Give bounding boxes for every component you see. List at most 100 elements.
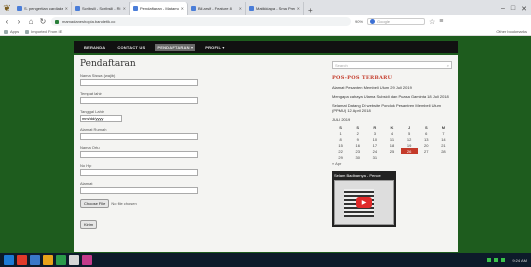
sidebar-search-placeholder: Search [335, 62, 348, 68]
tray-icon[interactable] [494, 258, 499, 262]
recent-post-link[interactable]: Mengapa cahaya Ulama Subsidi dan Puasa G… [332, 94, 452, 99]
forward-icon[interactable]: › [15, 17, 23, 26]
sidebar-search-input[interactable]: Search ⌕ [332, 61, 452, 69]
tray-icon[interactable] [501, 258, 506, 262]
text-input[interactable] [80, 97, 198, 104]
form-field: No Hp [80, 163, 312, 176]
os-taskbar: 9:24 AM [0, 253, 531, 267]
search-icon[interactable]: ⌕ [447, 63, 449, 68]
search-engine-box[interactable]: Google [367, 18, 426, 25]
video-embed[interactable]: Selam Badbarnya - Pence ▶ [332, 171, 396, 227]
tab-label: Pendaftaran - Matamor [140, 6, 179, 11]
recent-posts-title: POS-POS TERBARU [332, 75, 393, 81]
calendar-day[interactable]: 29 [332, 154, 349, 160]
play-icon[interactable]: ▶ [356, 197, 372, 208]
browser-tab[interactable]: S. pengertian cardiaks-so✕ [14, 2, 72, 15]
sidebar: Search ⌕ POS-POS TERBARU Alamat Pesanten… [332, 61, 452, 227]
bookmark-imported[interactable]: Imported From IE [25, 29, 62, 34]
nav-item[interactable]: PROFIL ▾ [203, 44, 226, 51]
browser-tabstrip: ❦ S. pengertian cardiaks-so✕Scribsili - … [0, 0, 531, 15]
recent-post-link[interactable]: Selamat Datang Di website Pondok Pesantr… [332, 103, 452, 113]
text-input[interactable] [80, 151, 198, 158]
calendar: S S R K J S M 1 2 3 4 5 6 7 8 9 10 11 12 13 14 15 16 17 18 19 20 21… [332, 124, 452, 160]
taskbar-app-icon[interactable] [82, 255, 92, 265]
text-input[interactable] [80, 133, 198, 140]
tab-label: Bil.arsif - Feature 8 [198, 6, 232, 11]
form-fields: Nama Siswa (wajib) Tempat lahir Tanggal La… [80, 73, 312, 194]
choose-file-button[interactable]: Choose File [80, 199, 110, 208]
tab-label: Scribsili - Scribsili - Ri [82, 6, 121, 11]
reload-icon[interactable]: ↻ [39, 17, 47, 26]
calendar-day[interactable]: 31 [366, 154, 383, 160]
other-bookmarks[interactable]: Other bookmarks [496, 29, 527, 34]
registration-form: Pendaftaran Nama Siswa (wajib) Tempat lah… [80, 59, 312, 231]
field-label: Tanggal Lahir [80, 109, 105, 114]
calendar-prev-link[interactable]: « Apr [332, 161, 452, 166]
text-input[interactable]: mm/dd/yyyy [80, 115, 122, 122]
page-content: Pendaftaran Nama Siswa (wajib) Tempat lah… [74, 55, 458, 252]
bookmark-star-icon[interactable]: ☆ [429, 18, 435, 26]
tab-close-icon[interactable]: ✕ [65, 6, 68, 11]
video-title: Selam Badbarnya - Pence [334, 173, 381, 178]
text-input[interactable] [80, 79, 198, 86]
site-nav: BERANDA CONTACT US PENDAFTARAN ▾ PROFIL ▾ [74, 41, 458, 53]
address-bar[interactable]: mamadaneshopia.bandetik.co [51, 17, 351, 26]
tab-close-icon[interactable]: ✕ [239, 6, 242, 11]
tab-list: S. pengertian cardiaks-so✕Scribsili - Sc… [14, 2, 304, 15]
taskbar-app-icon[interactable] [69, 255, 79, 265]
form-field: Nama Siswa (wajib) [80, 73, 312, 86]
tray-icon[interactable] [487, 258, 492, 262]
nav-item[interactable]: BERANDA [82, 44, 107, 51]
calendar-day [401, 154, 418, 160]
taskbar-app-icon[interactable] [56, 255, 66, 265]
bookmark-apps[interactable]: Apps [4, 29, 19, 34]
bookmark-imported-label: Imported From IE [31, 29, 63, 34]
form-field: Tanggal Lahir mm/dd/yyyy [80, 109, 312, 122]
tab-close-icon[interactable]: ✕ [123, 6, 126, 11]
field-label: Nama Siswa (wajib) [80, 73, 116, 78]
taskbar-clock: 9:24 AM [512, 257, 527, 263]
start-icon[interactable] [4, 255, 14, 265]
google-icon [370, 19, 376, 24]
url-text: mamadaneshopia.bandetik.co [62, 19, 116, 24]
file-status: No file chosen [111, 201, 137, 206]
nav-item[interactable]: PENDAFTARAN ▾ [155, 43, 196, 51]
search-engine-placeholder: Google [377, 19, 390, 24]
recent-post-link[interactable]: Alamat Pesanten Membeli Ulum 29 Juli 201… [332, 85, 452, 90]
browser-tab[interactable]: Scribsili - Scribsili - Ri ✕ [72, 2, 130, 15]
tab-label: S. pengertian cardiaks-so [24, 6, 63, 11]
back-icon[interactable]: ‹ [3, 17, 11, 26]
recent-posts-list: Alamat Pesanten Membeli Ulum 29 Juli 201… [332, 85, 452, 113]
form-field: Alamat [80, 181, 312, 194]
tab-favicon [191, 6, 196, 11]
text-input[interactable] [80, 187, 198, 194]
home-icon[interactable]: ⌂ [27, 17, 35, 26]
nav-item[interactable]: CONTACT US [115, 44, 147, 51]
browser-tab[interactable]: Matikkiapa - Sma Prem ✕ [246, 2, 304, 15]
tab-close-icon[interactable]: ✕ [181, 6, 184, 11]
field-label: Nama Ortu [80, 145, 100, 150]
maximize-icon[interactable]: □ [511, 5, 515, 12]
field-label: Alamat [80, 181, 93, 186]
text-input[interactable] [80, 169, 198, 176]
file-upload: Choose File No file chosen [80, 199, 312, 208]
taskbar-app-icon[interactable] [30, 255, 40, 265]
zoom-level[interactable]: 90% [355, 19, 363, 24]
form-field: Alamat Rumah [80, 127, 312, 140]
tab-favicon [249, 6, 254, 11]
new-tab-button[interactable]: + [304, 6, 317, 15]
folder-icon [25, 29, 30, 34]
tab-close-icon[interactable]: ✕ [297, 6, 300, 11]
browser-tab[interactable]: Bil.arsif - Feature 8 ✕ [188, 2, 246, 15]
toolbar-right: 90% Google ☆ ≡ [355, 18, 443, 26]
taskbar-app-icon[interactable] [43, 255, 53, 265]
taskbar-app-icon[interactable] [17, 255, 27, 265]
minimize-icon[interactable]: – [501, 5, 505, 12]
bookmark-apps-label: Apps [10, 29, 20, 34]
browser-tab[interactable]: Pendaftaran - Matamor ✕ [130, 2, 188, 15]
apps-icon [4, 29, 8, 34]
calendar-day[interactable]: 30 [349, 154, 366, 160]
menu-icon[interactable]: ≡ [439, 18, 443, 25]
close-window-icon[interactable]: ✕ [521, 5, 527, 13]
submit-button[interactable]: Kirim [80, 220, 98, 229]
